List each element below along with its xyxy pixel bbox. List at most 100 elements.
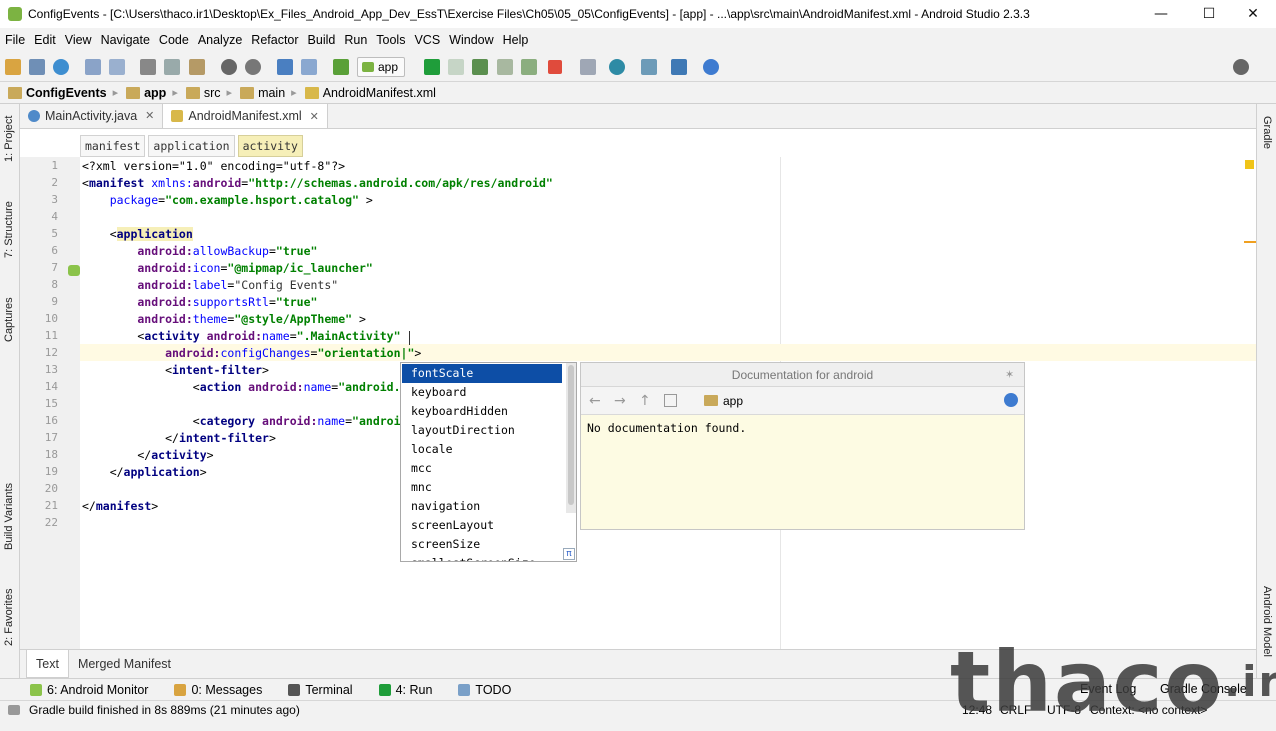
- favorites-tool-button[interactable]: 2: Favorites: [3, 589, 15, 646]
- run-icon[interactable]: [424, 59, 440, 75]
- run-tool-button[interactable]: 4: Run: [378, 683, 432, 697]
- replace-icon[interactable]: [245, 59, 261, 75]
- stop-icon[interactable]: [548, 60, 562, 74]
- forward-icon[interactable]: →: [614, 393, 626, 409]
- breadcrumb-item-project[interactable]: ConfigEvents ▸: [8, 86, 118, 100]
- avd-manager-icon[interactable]: [580, 59, 596, 75]
- gradle-tool-button[interactable]: Gradle: [1261, 116, 1273, 149]
- code-token: "http://schemas.android.com/apk/res/andr…: [248, 176, 553, 190]
- open-folder-icon[interactable]: [5, 59, 21, 75]
- copy-icon[interactable]: [164, 59, 180, 75]
- code-token: "orientation|": [317, 346, 415, 360]
- completion-popup[interactable]: fontScale keyboard keyboardHidden layout…: [400, 362, 577, 562]
- completion-item[interactable]: mcc: [402, 459, 562, 478]
- menu-help[interactable]: Help: [498, 33, 533, 47]
- pi-icon[interactable]: π: [563, 548, 575, 560]
- completion-item[interactable]: keyboardHidden: [402, 402, 562, 421]
- apply-changes-icon[interactable]: [448, 59, 464, 75]
- xml-crumb-manifest[interactable]: manifest: [80, 135, 146, 157]
- make-project-icon[interactable]: [333, 59, 349, 75]
- completion-item[interactable]: screenSize: [402, 535, 562, 554]
- find-icon[interactable]: [221, 59, 237, 75]
- pin-icon[interactable]: ✶: [1005, 368, 1017, 381]
- tab-mainactivity[interactable]: MainActivity.java ✕: [20, 103, 162, 128]
- code-token: android:: [82, 312, 193, 326]
- menu-analyze[interactable]: Analyze: [193, 33, 246, 47]
- menu-edit[interactable]: Edit: [29, 33, 60, 47]
- completion-item[interactable]: layoutDirection: [402, 421, 562, 440]
- breadcrumb-item-app[interactable]: app ▸: [126, 86, 178, 100]
- sync-icon[interactable]: [53, 59, 69, 75]
- warning-marker-icon[interactable]: [1245, 160, 1254, 169]
- back-icon[interactable]: ←: [589, 393, 601, 409]
- save-icon[interactable]: [29, 59, 45, 75]
- sdk-manager-icon[interactable]: [671, 59, 687, 75]
- menu-file[interactable]: File: [0, 33, 29, 47]
- forward-icon[interactable]: [301, 59, 317, 75]
- gear-icon[interactable]: [1004, 393, 1018, 407]
- completion-item[interactable]: keyboard: [402, 383, 562, 402]
- profile-icon[interactable]: [497, 59, 513, 75]
- close-icon[interactable]: ✕: [145, 109, 154, 122]
- completion-item[interactable]: screenLayout: [402, 516, 562, 535]
- completion-item[interactable]: smallestScreenSize: [402, 554, 562, 561]
- menu-build[interactable]: Build: [303, 33, 340, 47]
- completion-scrollbar[interactable]: [566, 363, 576, 513]
- code-token: "android.: [338, 380, 401, 394]
- structure-tool-button[interactable]: 7: Structure: [3, 201, 15, 258]
- breadcrumb-item-main[interactable]: main ▸: [240, 86, 297, 100]
- tab-text[interactable]: Text: [26, 650, 69, 678]
- completion-item[interactable]: navigation: [402, 497, 562, 516]
- edit-source-icon[interactable]: [664, 394, 677, 407]
- error-stripe-mark[interactable]: [1244, 241, 1256, 243]
- paste-icon[interactable]: [189, 59, 205, 75]
- completion-item[interactable]: locale: [402, 440, 562, 459]
- tab-merged-manifest[interactable]: Merged Manifest: [69, 650, 180, 679]
- xml-crumb-application[interactable]: application: [148, 135, 235, 157]
- todo-tool-button[interactable]: TODO: [458, 683, 511, 697]
- project-structure-icon[interactable]: [641, 59, 657, 75]
- code-token: =: [345, 414, 353, 428]
- up-icon[interactable]: ↑: [639, 393, 651, 409]
- attach-debugger-icon[interactable]: [521, 59, 537, 75]
- sync-gradle-icon[interactable]: [609, 59, 625, 75]
- breadcrumb-item-manifest[interactable]: AndroidManifest.xml: [304, 86, 436, 100]
- terminal-tool-button[interactable]: Terminal: [288, 683, 353, 697]
- xml-crumb-activity[interactable]: activity: [237, 135, 303, 157]
- android-monitor-tool-button[interactable]: 6: Android Monitor: [30, 683, 148, 697]
- menu-navigate[interactable]: Navigate: [96, 33, 154, 47]
- captures-tool-button[interactable]: Captures: [3, 297, 15, 342]
- close-button[interactable]: ✕: [1230, 0, 1276, 28]
- minimize-button[interactable]: —: [1138, 0, 1184, 28]
- line-number: 16: [44, 414, 58, 427]
- menu-refactor[interactable]: Refactor: [246, 33, 302, 47]
- redo-icon[interactable]: [109, 59, 125, 75]
- menu-vcs[interactable]: VCS: [409, 33, 444, 47]
- search-everywhere-icon[interactable]: [1233, 59, 1249, 75]
- debug-icon[interactable]: [472, 59, 488, 75]
- menu-run[interactable]: Run: [339, 33, 371, 47]
- android-icon: [30, 683, 42, 696]
- menu-tools[interactable]: Tools: [371, 33, 409, 47]
- help-icon[interactable]: [703, 59, 719, 75]
- status-icon[interactable]: [8, 705, 20, 715]
- back-icon[interactable]: [277, 59, 293, 75]
- cut-icon[interactable]: [140, 59, 156, 75]
- completion-item[interactable]: fontScale: [402, 364, 562, 383]
- undo-icon[interactable]: [85, 59, 101, 75]
- code-token: "@style/AppTheme": [234, 312, 353, 326]
- code-token: <: [82, 227, 117, 241]
- maximize-button[interactable]: ☐: [1186, 0, 1232, 28]
- menu-code[interactable]: Code: [154, 33, 193, 47]
- doc-body: No documentation found.: [587, 421, 747, 435]
- menu-window[interactable]: Window: [444, 33, 497, 47]
- messages-tool-button[interactable]: 0: Messages: [174, 683, 262, 697]
- build-variants-tool-button[interactable]: Build Variants: [3, 483, 15, 550]
- close-icon[interactable]: ✕: [310, 110, 319, 123]
- menu-view[interactable]: View: [60, 33, 96, 47]
- tab-androidmanifest[interactable]: AndroidManifest.xml ✕: [162, 103, 328, 128]
- breadcrumb-item-src[interactable]: src ▸: [185, 86, 232, 100]
- completion-item[interactable]: mnc: [402, 478, 562, 497]
- project-tool-button[interactable]: 1: Project: [3, 116, 15, 162]
- scrollbar-thumb[interactable]: [568, 365, 574, 505]
